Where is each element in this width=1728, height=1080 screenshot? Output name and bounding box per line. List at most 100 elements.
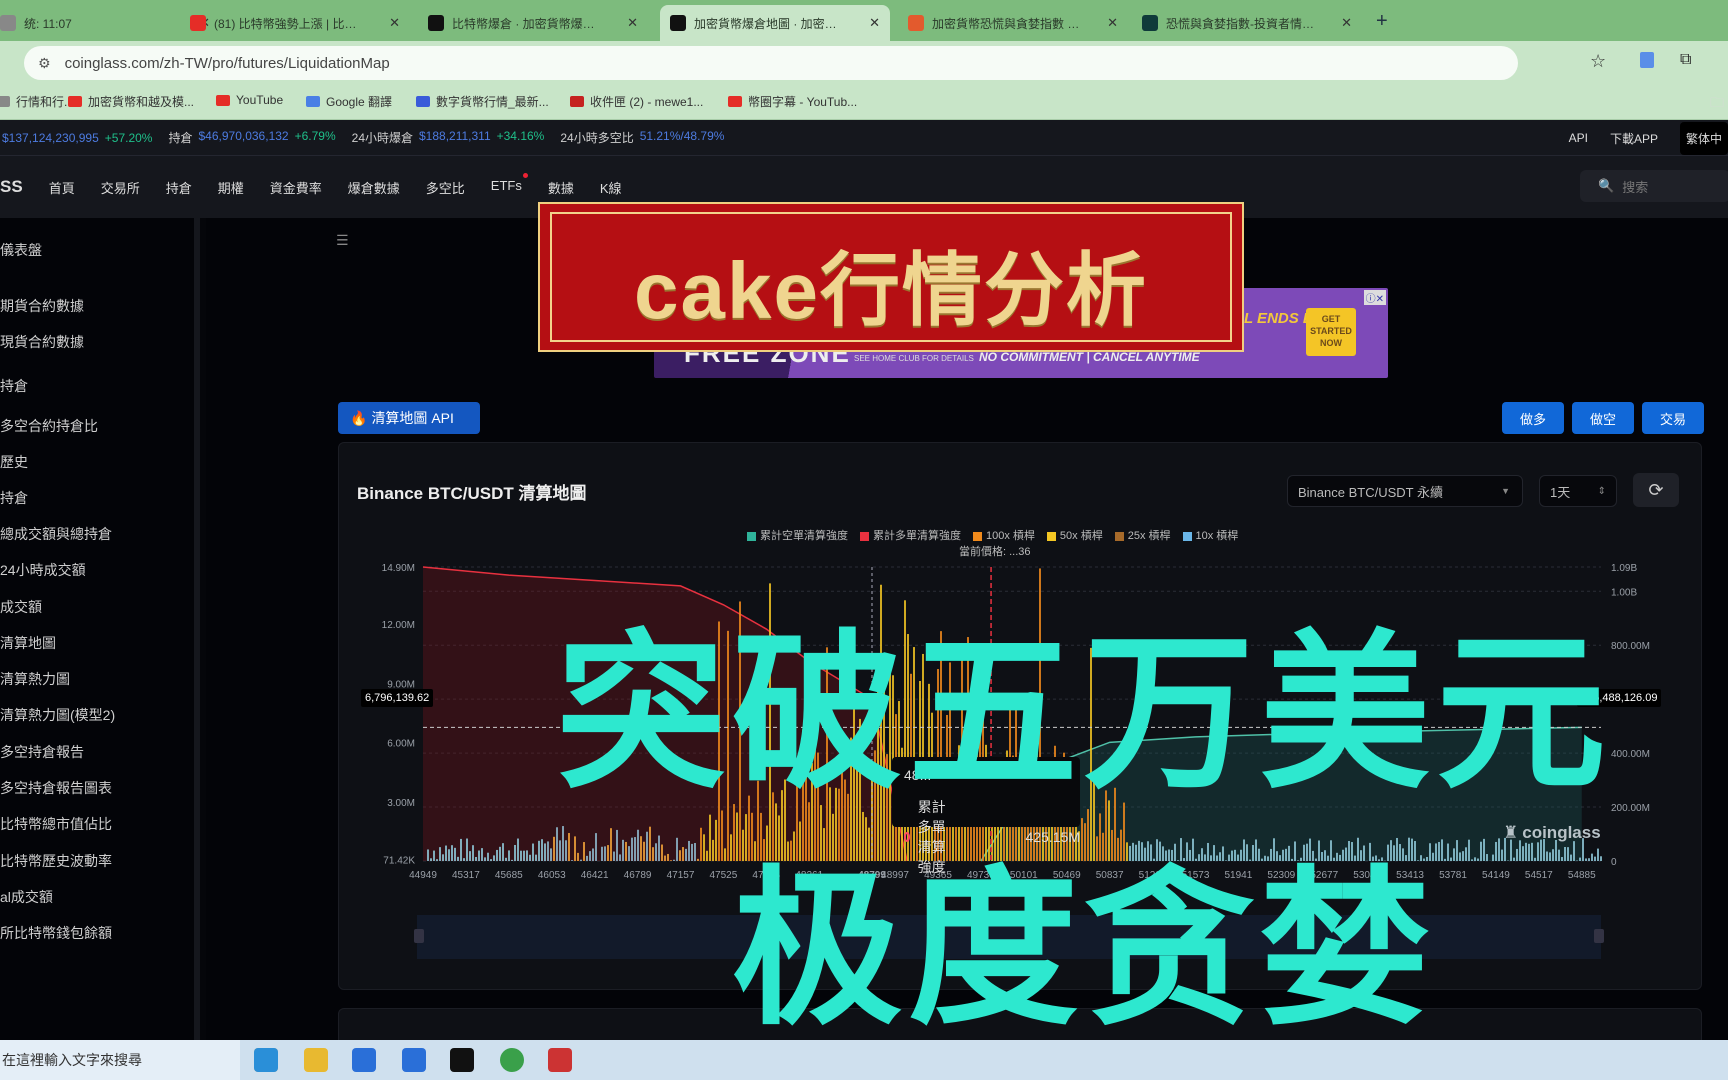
sidebar-item[interactable]: al成交額 [0, 887, 53, 907]
edge-icon[interactable] [254, 1048, 278, 1072]
sidebar-item[interactable]: 所比特幣錢包餘額 [0, 923, 112, 943]
sidebar-item[interactable]: 清算熱力圖 [0, 669, 70, 689]
legend-item[interactable]: 50x 槓桿 [1046, 527, 1103, 543]
sidebar-item[interactable]: 清算地圖 [0, 633, 56, 653]
nav-item[interactable]: ETFs [491, 172, 528, 197]
legend-item[interactable]: 10x 槓桿 [1182, 527, 1238, 543]
sidebar-item[interactable]: 期貨合約數據 [0, 296, 84, 316]
bookmark-item[interactable]: YouTube [216, 93, 283, 107]
browser-tab[interactable]: 恐慌與貪婪指數-投資者情緒 | C... ✕ [1132, 5, 1362, 41]
browser-tab[interactable]: 比特幣爆倉 · 加密貨幣爆倉 · ... ✕ [418, 5, 648, 41]
liquidation-bar [1567, 847, 1569, 861]
legend-item[interactable]: 累計多單清算強度 [860, 527, 961, 543]
mail-icon[interactable] [402, 1048, 426, 1072]
ad-cta-button[interactable]: GET STARTED NOW [1306, 308, 1356, 356]
liquidation-bar [616, 829, 618, 861]
collapse-sidebar-icon[interactable]: ☰ [336, 232, 349, 249]
bookmark-item[interactable]: 收件匣 (2) - mewe1... [570, 93, 703, 110]
nav-item[interactable]: 爆倉數據 [348, 178, 400, 197]
nav-item[interactable]: K線 [600, 178, 622, 197]
chrome-icon[interactable] [500, 1048, 524, 1072]
nav-item[interactable]: 期權 [218, 178, 244, 197]
sidebar-item[interactable]: 24小時成交額 [0, 560, 86, 580]
sidebar-item[interactable]: 清算熱力圖(模型2) [0, 705, 115, 725]
download-app-link[interactable]: 下載APP [1610, 130, 1658, 147]
nav-item[interactable]: 持倉 [166, 178, 192, 197]
url-input[interactable]: ⚙ coinglass.com/zh-TW/pro/futures/Liquid… [24, 46, 1518, 80]
bookmark-item[interactable]: 加密貨幣和越及模... [68, 93, 194, 110]
file-explorer-icon[interactable] [304, 1048, 328, 1072]
sidebar-item[interactable]: 多空持倉報告圖表 [0, 778, 112, 798]
close-tab-icon[interactable]: ✕ [627, 15, 638, 31]
pair-select[interactable]: Binance BTC/USDT 永續 ▼ [1287, 475, 1523, 507]
browser-tab[interactable]: 加密貨幣恐慌與貪婪指數 - 比特... ✕ [898, 5, 1128, 41]
liquidation-bar [1474, 857, 1476, 861]
language-select[interactable]: 繁体中 [1679, 121, 1728, 155]
slider-right-handle[interactable] [1594, 929, 1604, 943]
nav-item[interactable]: 交易所 [101, 178, 140, 197]
sidebar-item[interactable]: 比特幣總市值佔比 [0, 814, 112, 834]
sidebar-item[interactable]: 儀表盤 [0, 240, 42, 260]
liquidation-bar [532, 843, 534, 861]
api-link[interactable]: API [1569, 131, 1588, 145]
bookmarks-folder-icon[interactable]: 🗀 [1710, 92, 1724, 116]
ad-close-icon[interactable]: ⓘ✕ [1363, 290, 1386, 305]
close-tab-icon[interactable]: ✕ [389, 15, 400, 31]
browser-tab[interactable]: (81) 比特幣強勢上漲 | 比特幣... ✕ [180, 5, 410, 41]
nav-item[interactable]: 首頁 [49, 178, 75, 197]
ticker-label: 持倉 [168, 131, 193, 145]
bookmark-item[interactable]: 行情和行... [0, 93, 74, 110]
site-settings-icon[interactable]: ⚙ [38, 55, 51, 72]
period-select[interactable]: 1天 ⇕ [1539, 475, 1617, 507]
short-button[interactable]: 做空 [1572, 402, 1634, 434]
bookmark-label: 數字貨幣行情_最新... [436, 95, 549, 109]
youtube-icon [216, 94, 230, 106]
search-input[interactable]: 🔍 搜索 [1580, 170, 1728, 202]
sidebar-item[interactable]: 多空合約持倉比 [0, 416, 98, 436]
sidebar-item[interactable]: 歷史 [0, 452, 28, 472]
ticker-label: 24小時多空比 [560, 131, 634, 145]
x-tick-label: 46421 [581, 870, 609, 881]
legend-item[interactable]: 100x 槓桿 [973, 527, 1035, 543]
tradingview-icon[interactable] [450, 1048, 474, 1072]
refresh-button[interactable]: ⟳ [1633, 473, 1679, 507]
legend-item[interactable]: 25x 槓桿 [1114, 527, 1171, 543]
slider-left-handle[interactable] [414, 929, 424, 943]
liquidation-map-api-button[interactable]: 🔥 清算地圖 API [338, 402, 480, 434]
browser-tab[interactable]: 加密貨幣爆倉地圖 · 加密貨幣... ✕ [660, 5, 890, 41]
close-tab-icon[interactable]: ✕ [1341, 15, 1352, 31]
bookmark-item[interactable]: 數字貨幣行情_最新... [416, 93, 549, 110]
site-logo[interactable]: SS [0, 177, 23, 197]
sidebar-item[interactable]: 持倉 [0, 488, 28, 508]
extensions-icon[interactable]: ⧉ [1680, 51, 1691, 69]
sidebar-item[interactable]: 比特幣歷史波動率 [0, 851, 112, 871]
close-tab-icon[interactable]: ✕ [869, 15, 880, 31]
nav-item[interactable]: 數據 [548, 178, 574, 197]
trade-button[interactable]: 交易 [1642, 402, 1704, 434]
sidebar-item[interactable]: 成交額 [0, 597, 42, 617]
liquidation-bar [1579, 857, 1581, 861]
bookmark-item[interactable]: Google 翻譯 [306, 93, 392, 110]
y-left-tick-label: 6.00M [387, 739, 415, 750]
bookmark-item[interactable]: 幣圈字幕 - YouTub... [728, 93, 857, 110]
store-icon[interactable] [352, 1048, 376, 1072]
sidebar-item[interactable]: 現貨合約數據 [0, 332, 84, 352]
nav-item[interactable]: 資金費率 [270, 178, 322, 197]
x-tick-label: 46053 [538, 870, 566, 881]
bookmark-star-icon[interactable]: ☆ [1590, 51, 1606, 72]
sidebar-item[interactable]: 多空持倉報告 [0, 742, 84, 762]
legend-item[interactable]: 累計空單清算強度 [747, 527, 848, 543]
sidebar-item[interactable]: 持倉 [0, 376, 28, 396]
liquidation-bar [1495, 841, 1497, 861]
new-tab-button[interactable]: + [1376, 10, 1388, 33]
liquidation-bar [1516, 848, 1518, 861]
liquidation-bar [517, 838, 519, 861]
app-icon[interactable] [548, 1048, 572, 1072]
feargreed-favicon-icon [1142, 15, 1158, 31]
close-tab-icon[interactable]: ✕ [1107, 15, 1118, 31]
nav-item[interactable]: 多空比 [426, 178, 465, 197]
translate-extension-icon[interactable] [1640, 52, 1654, 68]
sidebar-item[interactable]: 總成交額與總持倉 [0, 524, 112, 544]
long-button[interactable]: 做多 [1502, 402, 1564, 434]
liquidation-bar [1519, 840, 1521, 861]
